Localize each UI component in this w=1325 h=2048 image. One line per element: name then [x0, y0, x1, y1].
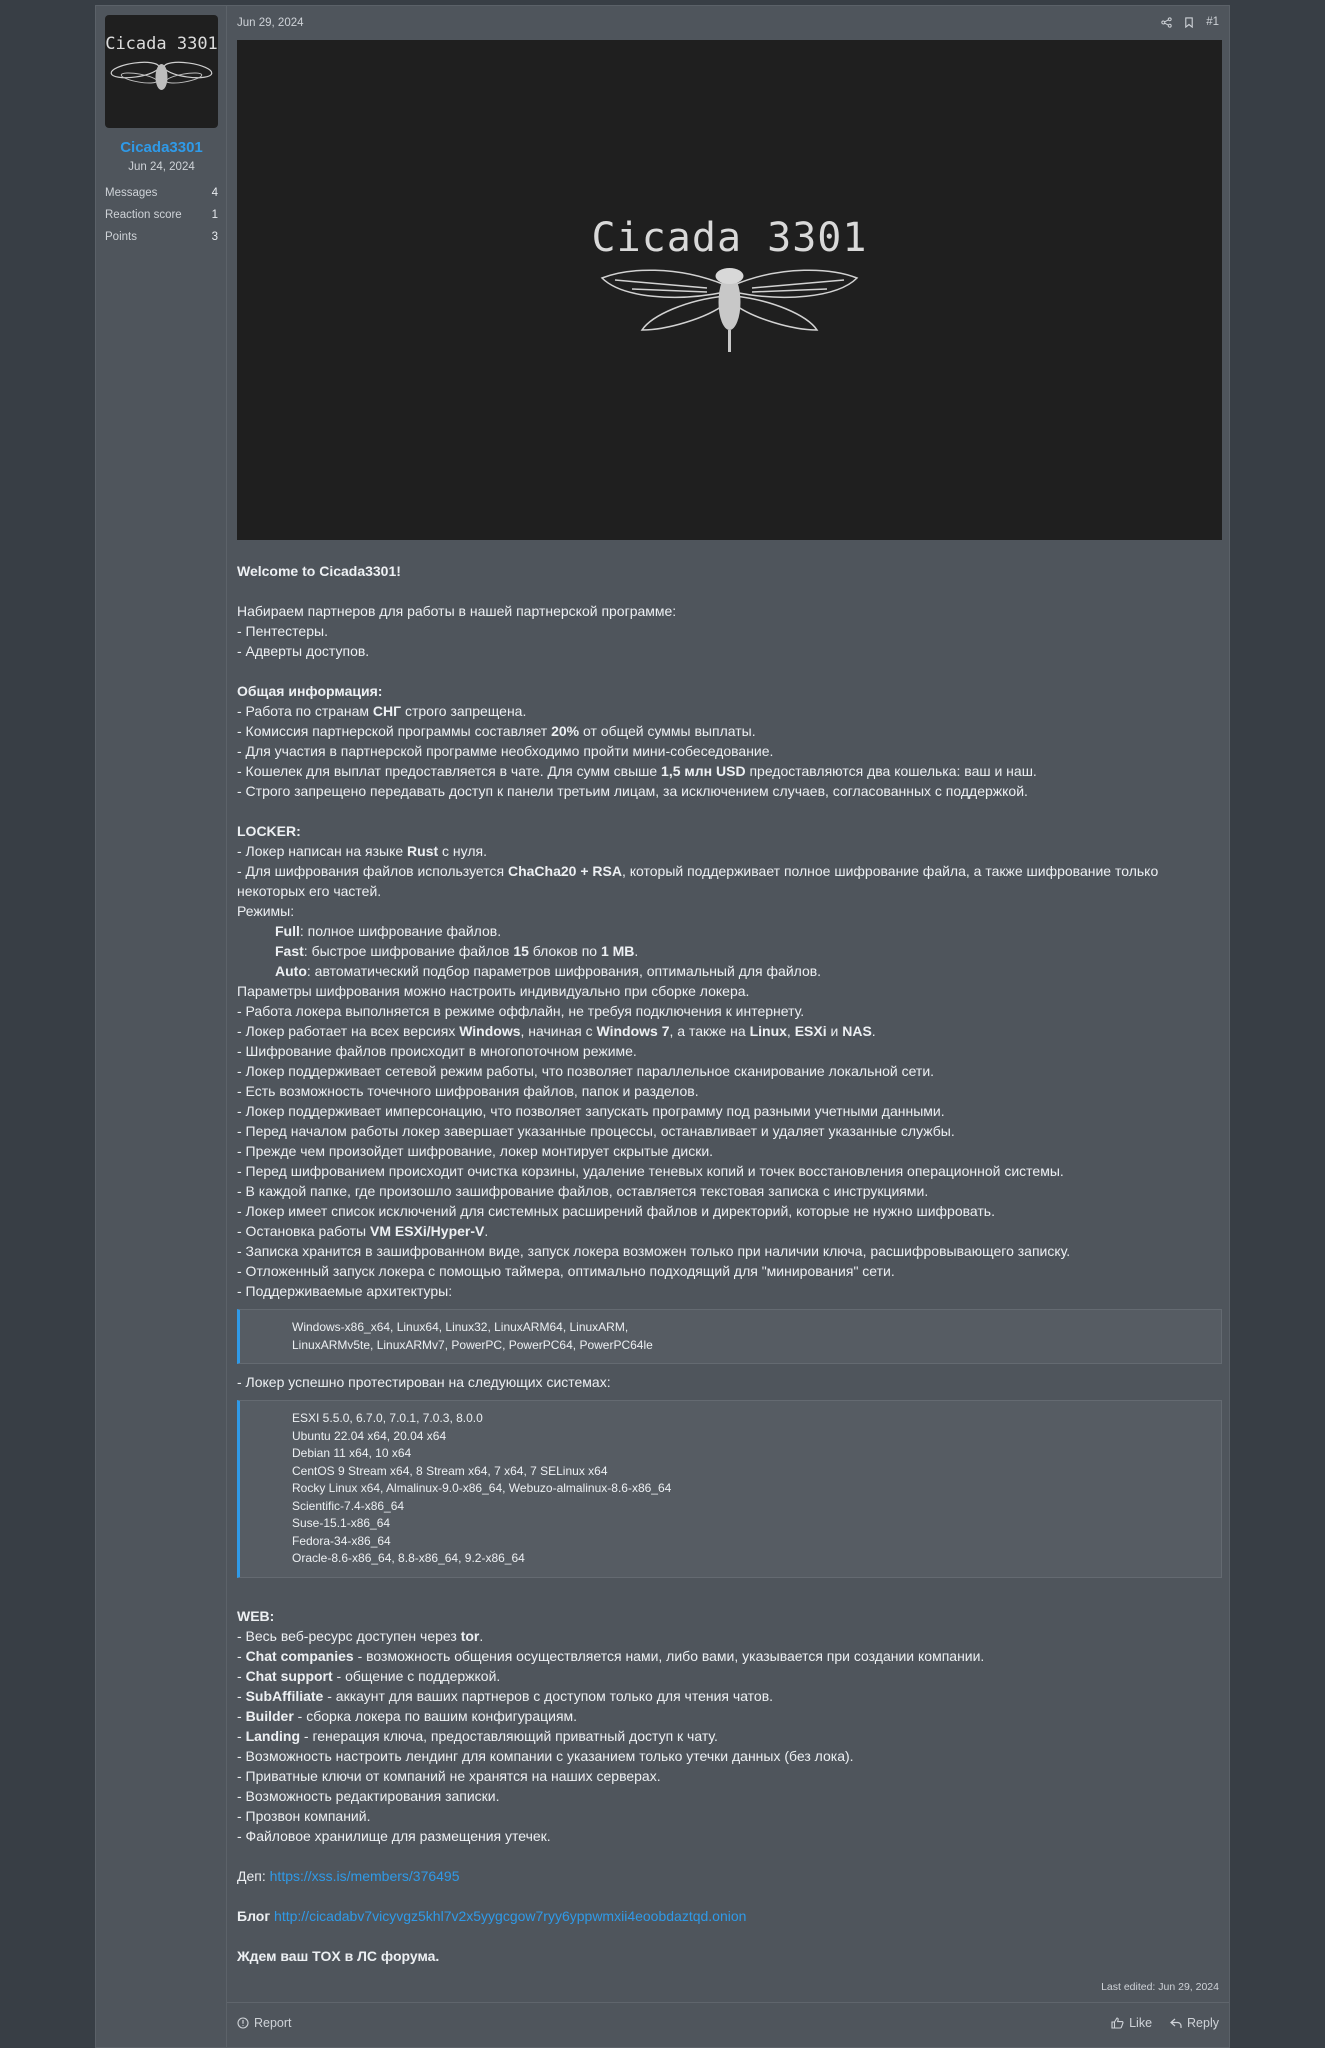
system-item: Ubuntu 22.04 x64, 20.04 x64	[292, 1428, 447, 1443]
body-line: - Chat support - общение с поддержкой.	[237, 1667, 501, 1684]
body-line: - Прозвон компаний.	[237, 1807, 371, 1824]
body-line: - Для шифрования файлов используется Cha…	[237, 863, 1159, 899]
body-line: - Chat companies - возможность общения о…	[237, 1647, 985, 1664]
body-line: - Записка хранится в зашифрованном виде,…	[237, 1243, 1071, 1259]
tested-heading: - Локер успешно протестирован на следующ…	[237, 1374, 611, 1390]
mode-item: Full: полное шифрование файлов.	[275, 923, 502, 939]
body-line: - Строго запрещено передавать доступ к п…	[237, 783, 1028, 799]
post-date[interactable]: Jun 29, 2024	[237, 17, 304, 29]
stat-label: Points	[105, 231, 137, 243]
banner-image: Cicada 3301	[237, 40, 1222, 540]
body-line: - Возможность настроить лендинг для комп…	[237, 1747, 854, 1764]
stat-label: Reaction score	[105, 209, 182, 221]
body-line: Параметры шифрования можно настроить инд…	[237, 983, 750, 999]
last-edited: Last edited: Jun 29, 2024	[1101, 1981, 1219, 1993]
bookmark-icon[interactable]	[1184, 16, 1194, 28]
body-line: - Прежде чем произойдет шифрование, локе…	[237, 1143, 714, 1159]
stat-reaction-score: Reaction score 1	[105, 209, 218, 221]
dep-line: Деп: https://xss.is/members/376495	[237, 1867, 460, 1884]
post-actions: #1	[1161, 16, 1219, 28]
body-line: - Локер поддерживает сетевой режим работ…	[237, 1063, 935, 1079]
footer-divider	[227, 2002, 1229, 2003]
system-item: Oracle-8.6-x86_64, 8.8-x86_64, 9.2-x86_6…	[292, 1551, 525, 1565]
share-icon[interactable]	[1161, 16, 1172, 28]
alert-icon	[237, 2017, 249, 2029]
blog-line: Блог http://cicadabv7vicyvgz5khl7v2x5yyg…	[237, 1907, 747, 1924]
dep-link[interactable]: https://xss.is/members/376495	[270, 1868, 460, 1884]
welcome-heading: Welcome to Cicada3301!	[237, 563, 401, 579]
body-line: Набираем партнеров для работы в нашей па…	[237, 603, 677, 619]
like-label: Like	[1129, 2016, 1153, 2030]
architectures-quote: Windows-x86_x64, Linux64, Linux32, Linux…	[237, 1309, 1222, 1364]
system-item: Rocky Linux x64, Almalinux-9.0-x86_64, W…	[292, 1481, 672, 1495]
stat-value: 3	[211, 231, 218, 243]
report-button[interactable]: Report	[237, 2016, 292, 2030]
stat-value: 4	[211, 187, 218, 199]
body-line: - SubAffiliate - аккаунт для ваших партн…	[237, 1687, 774, 1704]
system-item: Suse-15.1-x86_64	[292, 1516, 391, 1530]
avatar[interactable]: Cicada 3301	[105, 15, 218, 128]
body-line: - Локер работает на всех версиях Windows…	[237, 1023, 876, 1039]
general-heading: Общая информация:	[237, 683, 383, 699]
body-line: - Адверты доступов.	[237, 643, 370, 659]
body-line: - Builder - сборка локера по вашим конфи…	[237, 1707, 578, 1724]
closing-line: Ждем ваш TOX в ЛС форума.	[237, 1947, 440, 1964]
cicada-image	[600, 268, 859, 352]
reply-icon	[1170, 2018, 1182, 2028]
body-line: - Остановка работы VM ESXi/Hyper-V.	[237, 1223, 489, 1239]
body-line: - Файловое хранилище для размещения утеч…	[237, 1827, 551, 1844]
stat-messages: Messages 4	[105, 187, 218, 199]
body-line: - Перед шифрованием происходит очистка к…	[237, 1163, 1064, 1179]
system-item: Scientific-7.4-x86_64	[292, 1498, 405, 1513]
tested-systems-quote: ESXI 5.5.0, 6.7.0, 7.0.1, 7.0.3, 8.0.0 U…	[237, 1400, 1222, 1578]
body-line: - Отложенный запуск локера с помощью тай…	[237, 1263, 895, 1279]
body-line: - Работа по странам СНГ строго запрещена…	[237, 703, 527, 719]
mode-item: Fast: быстрое шифрование файлов 15 блоко…	[275, 943, 639, 959]
body-line: - Кошелек для выплат предоставляется в ч…	[237, 763, 1037, 779]
username[interactable]: Cicada3301	[96, 139, 227, 156]
system-item: Fedora-34-x86_64	[292, 1533, 391, 1548]
body-line: - Пентестеры.	[237, 623, 328, 639]
body-line: - Перед началом работы локер завершает у…	[237, 1123, 955, 1139]
body-line: - Landing - генерация ключа, предоставля…	[237, 1727, 718, 1744]
thumbs-up-icon	[1111, 2017, 1124, 2029]
body-line: - В каждой папке, где произошло зашифров…	[237, 1183, 929, 1199]
report-label: Report	[254, 2016, 292, 2030]
modes-heading: Режимы:	[237, 903, 295, 919]
body-line: - Поддерживаемые архитектуры:	[237, 1283, 453, 1299]
user-sidebar: Cicada 3301 Cicada3301 Jun 24, 2024 Mess…	[96, 6, 227, 2047]
body-line: - Локер написан на языке Rust с нуля.	[237, 843, 487, 859]
locker-heading: LOCKER:	[237, 823, 301, 839]
body-line: - Локер имеет список исключений для сист…	[237, 1203, 995, 1219]
stat-value: 1	[211, 209, 218, 221]
reply-button[interactable]: Reply	[1170, 2016, 1219, 2030]
body-line: - Весь веб-ресурс доступен через tor.	[237, 1627, 484, 1644]
body-line: - Для участия в партнерской программе не…	[237, 743, 774, 759]
cicada-logo: Cicada 3301	[105, 34, 218, 90]
blog-link[interactable]: http://cicadabv7vicyvgz5khl7v2x5yygcgow7…	[274, 1908, 746, 1924]
system-item: CentOS 9 Stream x64, 8 Stream x64, 7 x64…	[292, 1463, 608, 1478]
body-line: - Локер поддерживает имперсонацию, что п…	[237, 1103, 945, 1119]
body-line: - Шифрование файлов происходит в многопо…	[237, 1043, 637, 1059]
stat-points: Points 3	[105, 231, 218, 243]
stat-label: Messages	[105, 187, 158, 199]
body-line: - Возможность редактирования записки.	[237, 1787, 500, 1804]
web-heading: WEB:	[237, 1607, 275, 1624]
body-line: - Есть возможность точечного шифрования …	[237, 1083, 699, 1099]
system-item: ESXI 5.5.0, 6.7.0, 7.0.1, 7.0.3, 8.0.0	[292, 1411, 483, 1425]
body-line: - Комиссия партнерской программы составл…	[237, 723, 756, 739]
post-main: Jun 29, 2024 #1 Cicada 3301 Welcome to C…	[227, 6, 1229, 2047]
like-button[interactable]: Like	[1111, 2016, 1152, 2030]
system-item: Debian 11 x64, 10 x64	[292, 1446, 412, 1460]
join-date: Jun 24, 2024	[128, 161, 195, 173]
body-line: - Приватные ключи от компаний не хранятс…	[237, 1767, 661, 1784]
avatar-title: Cicada 3301	[105, 34, 218, 54]
post-body: Welcome to Cicada3301! Набираем партнеро…	[237, 561, 1222, 1966]
reply-label: Reply	[1187, 2016, 1219, 2030]
mode-item: Auto: автоматический подбор параметров ш…	[275, 963, 822, 979]
post-number[interactable]: #1	[1206, 16, 1219, 28]
forum-post: Cicada 3301 Cicada3301 Jun 24, 2024 Mess…	[95, 5, 1230, 2048]
body-line: - Работа локера выполняется в режиме офф…	[237, 1003, 805, 1019]
